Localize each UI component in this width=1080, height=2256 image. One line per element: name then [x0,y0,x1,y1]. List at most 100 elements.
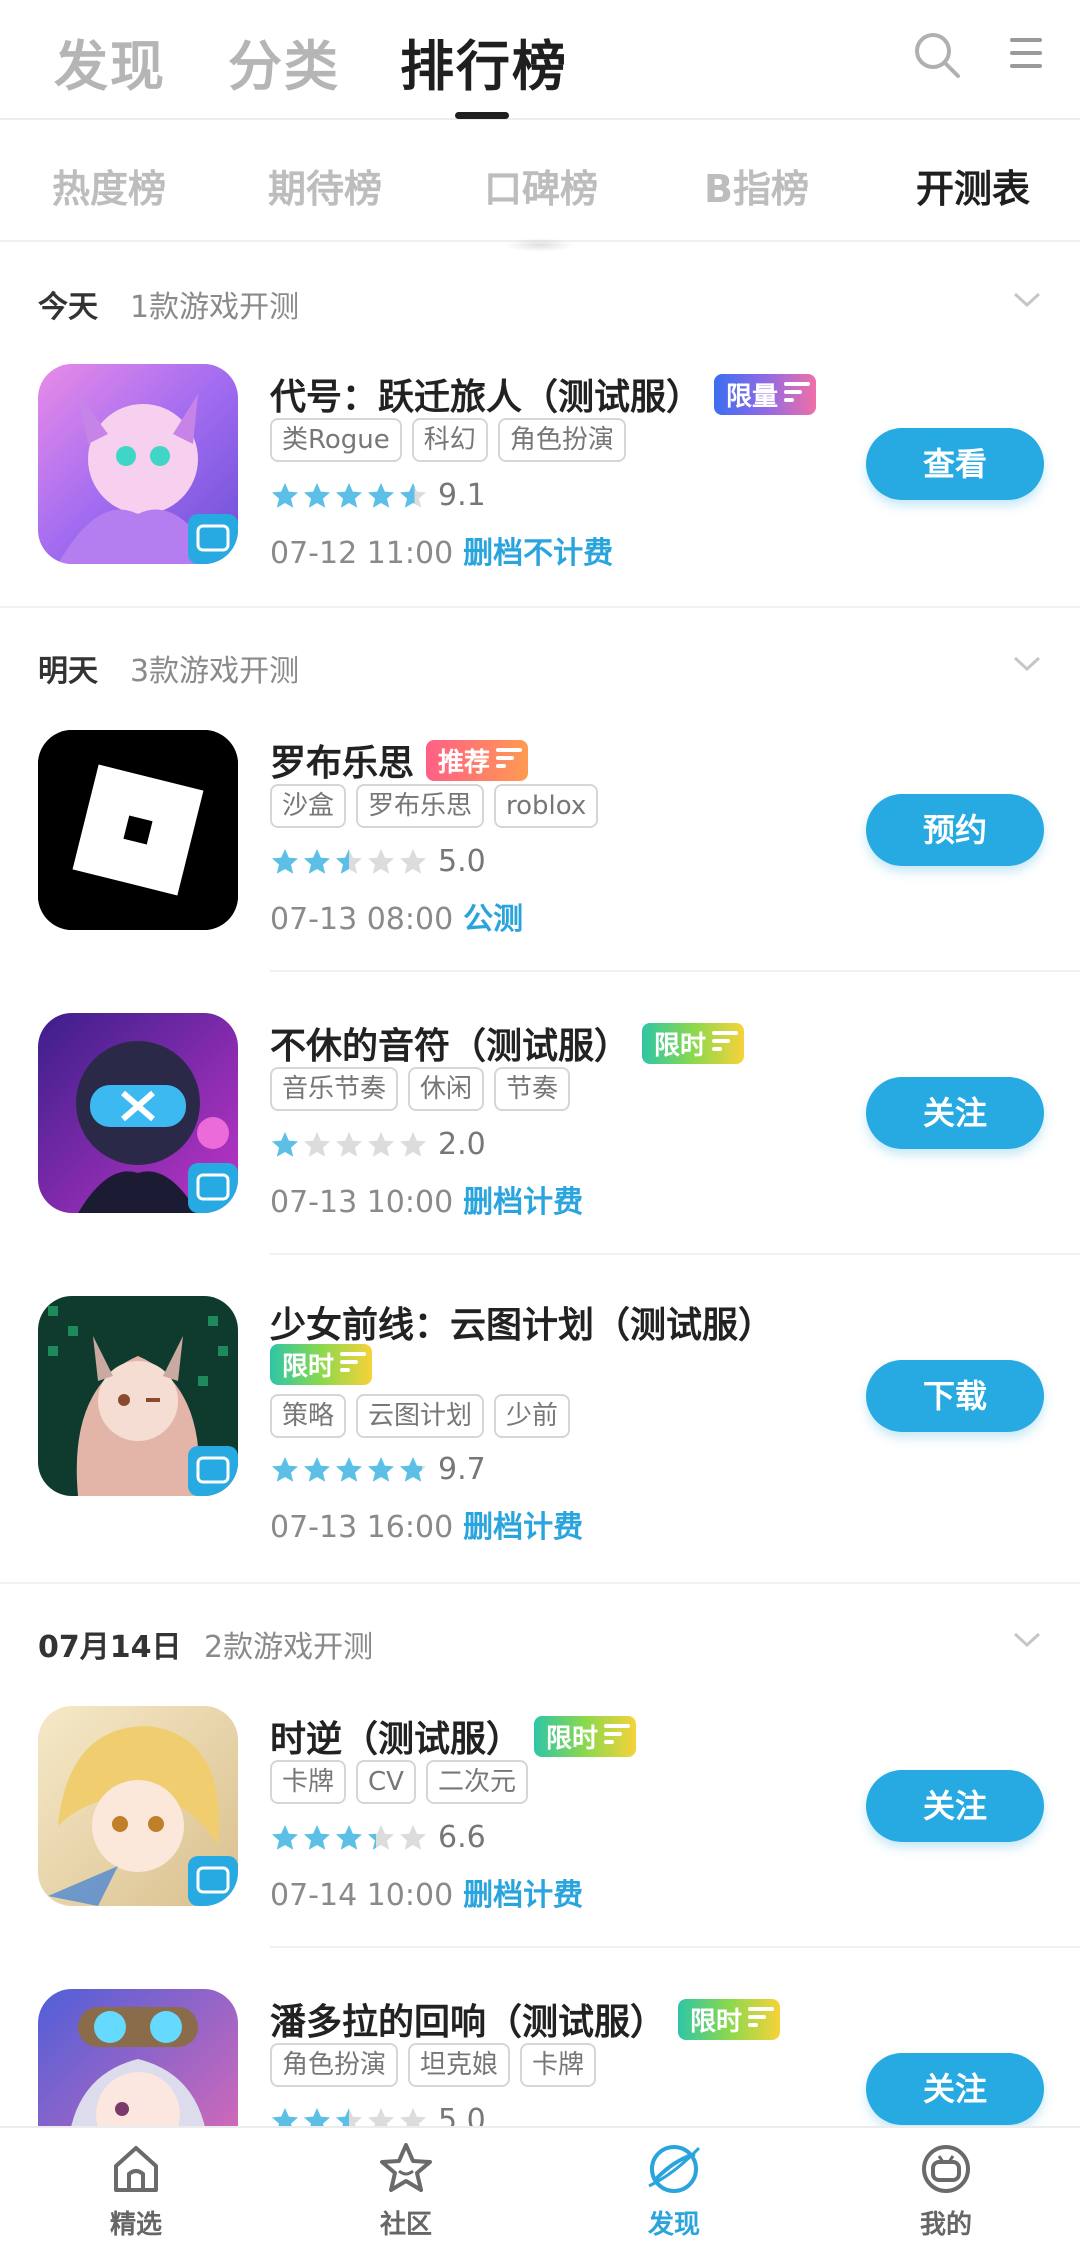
tag[interactable]: roblox [494,784,599,828]
ranking-subtabs: 热度榜 期待榜 口碑榜 B指榜 开测表 [0,122,1080,242]
title-text: 代号：跃迁旅人（测试服） [270,377,703,418]
tag[interactable]: 类Rogue [270,418,402,462]
subtab-hot[interactable]: 热度榜 [52,158,166,213]
game-title[interactable]: 时逆（测试服） 限时 [270,1710,637,1762]
tag[interactable]: 策略 [270,1394,347,1438]
test-datetime: 07-12 11:00 删档不计费 [270,528,613,572]
tab-discover[interactable]: 发现 [54,22,166,101]
date-label: 今天 [38,290,98,325]
tag[interactable]: 云图计划 [356,1394,485,1438]
star-icon [400,848,426,874]
follow-button[interactable]: 关注 [866,2053,1044,2125]
section-divider [0,1582,1080,1584]
nav-discover[interactable]: 发现 [604,2140,744,2241]
tab-ranking[interactable]: 排行榜 [400,22,568,101]
subtab-b-index[interactable]: B指榜 [704,158,809,213]
tag[interactable]: 节奏 [494,1067,571,1111]
tag-list: 沙盒 罗布乐思 roblox [270,784,608,828]
reserve-button[interactable]: 预约 [866,794,1044,866]
title-text: 不休的音符（测试服） [270,1026,631,1067]
nav-community[interactable]: 社区 [336,2140,476,2241]
tag[interactable]: 沙盒 [270,784,347,828]
test-datetime: 07-13 10:00 删档计费 [270,1177,583,1221]
follow-button[interactable]: 关注 [866,1077,1044,1149]
tag[interactable]: 罗布乐思 [356,784,485,828]
rating: 2.0 [270,1127,486,1162]
bottom-nav: 精选 社区 发现 我的 [0,2126,1080,2256]
nav-label: 发现 [647,2210,700,2240]
tag[interactable]: 少前 [494,1394,571,1438]
rating-score: 6.6 [438,1820,486,1855]
datetime-text: 07-13 10:00 [270,1185,454,1220]
view-button[interactable]: 查看 [866,428,1044,500]
star-icon [304,848,330,874]
star-icon [272,1131,298,1157]
star-icon [272,1824,298,1850]
nav-profile[interactable]: 我的 [876,2140,1016,2241]
badge-text: 推荐 [438,748,491,778]
game-icon[interactable] [38,1706,238,1906]
game-icon[interactable] [38,1013,238,1213]
badge-time-limited: 限时 [270,1344,373,1385]
tag[interactable]: 坦克娘 [408,2043,511,2087]
star-icon [400,482,426,508]
rating: 9.1 [270,478,486,513]
nav-label: 社区 [379,2210,432,2240]
test-datetime: 07-13 16:00 删档计费 [270,1502,583,1546]
tag[interactable]: CV [356,1760,416,1804]
game-icon[interactable] [38,730,238,930]
game-icon[interactable] [38,364,238,564]
date-label: 明天 [38,654,98,689]
game-title[interactable]: 潘多拉的回响（测试服） 限时 [270,1993,781,2045]
game-title[interactable]: 代号：跃迁旅人（测试服） 限量 [270,368,817,420]
game-title[interactable]: 罗布乐思 推荐 [270,734,529,786]
nav-label: 我的 [919,2210,972,2240]
search-icon[interactable] [912,30,962,80]
datetime-text: 07-12 11:00 [270,536,454,571]
datetime-text: 07-13 16:00 [270,1510,454,1545]
test-type: 删档计费 [463,1878,584,1913]
profile-icon [922,2145,970,2193]
tag-list: 音乐节奏 休闲 节奏 [270,1067,580,1111]
star-icon [368,1131,394,1157]
date-header-0714[interactable]: 07月14日 2款游戏开测 [38,1614,1042,1674]
game-title[interactable]: 少女前线：云图计划（测试服） [270,1296,774,1348]
tag[interactable]: 卡牌 [270,1760,347,1804]
star-icon [304,1456,330,1482]
star-icon [336,1456,362,1482]
tag[interactable]: 科幻 [411,418,488,462]
badge-time-limited: 限时 [678,1999,781,2040]
tag[interactable]: 休闲 [408,1067,485,1111]
tag[interactable]: 角色扮演 [270,2043,399,2087]
game-title[interactable]: 不休的音符（测试服） 限时 [270,1017,745,1069]
row-divider [270,1946,1080,1948]
nav-label: 精选 [109,2210,162,2240]
tag[interactable]: 二次元 [425,1760,528,1804]
menu-icon[interactable] [1010,38,1042,68]
subtab-reputation[interactable]: 口碑榜 [484,158,598,213]
star-icon [400,1456,426,1482]
tag[interactable]: 角色扮演 [497,418,626,462]
subtab-test-schedule[interactable]: 开测表 [916,158,1030,213]
tag[interactable]: 音乐节奏 [270,1067,399,1111]
subtab-expected[interactable]: 期待榜 [268,158,382,213]
game-icon[interactable] [38,1296,238,1496]
star-icon [368,848,394,874]
tag[interactable]: 卡牌 [520,2043,597,2087]
chevron-down-icon[interactable] [1012,284,1042,314]
chevron-down-icon[interactable] [1012,648,1042,678]
star-icon [304,1824,330,1850]
star-icon [400,1824,426,1850]
date-header-tomorrow[interactable]: 明天 3款游戏开测 [38,638,1042,698]
follow-button[interactable]: 关注 [866,1770,1044,1842]
rating-score: 9.7 [438,1452,486,1487]
chevron-down-icon[interactable] [1012,1624,1042,1654]
star-icon [272,848,298,874]
date-header-today[interactable]: 今天 1款游戏开测 [38,274,1042,334]
section-divider [0,606,1080,608]
download-button[interactable]: 下载 [866,1360,1044,1432]
tab-category[interactable]: 分类 [228,22,340,101]
badge-text: 限时 [546,1724,599,1754]
badge-time-limited: 限时 [642,1023,745,1064]
nav-featured[interactable]: 精选 [66,2140,206,2241]
